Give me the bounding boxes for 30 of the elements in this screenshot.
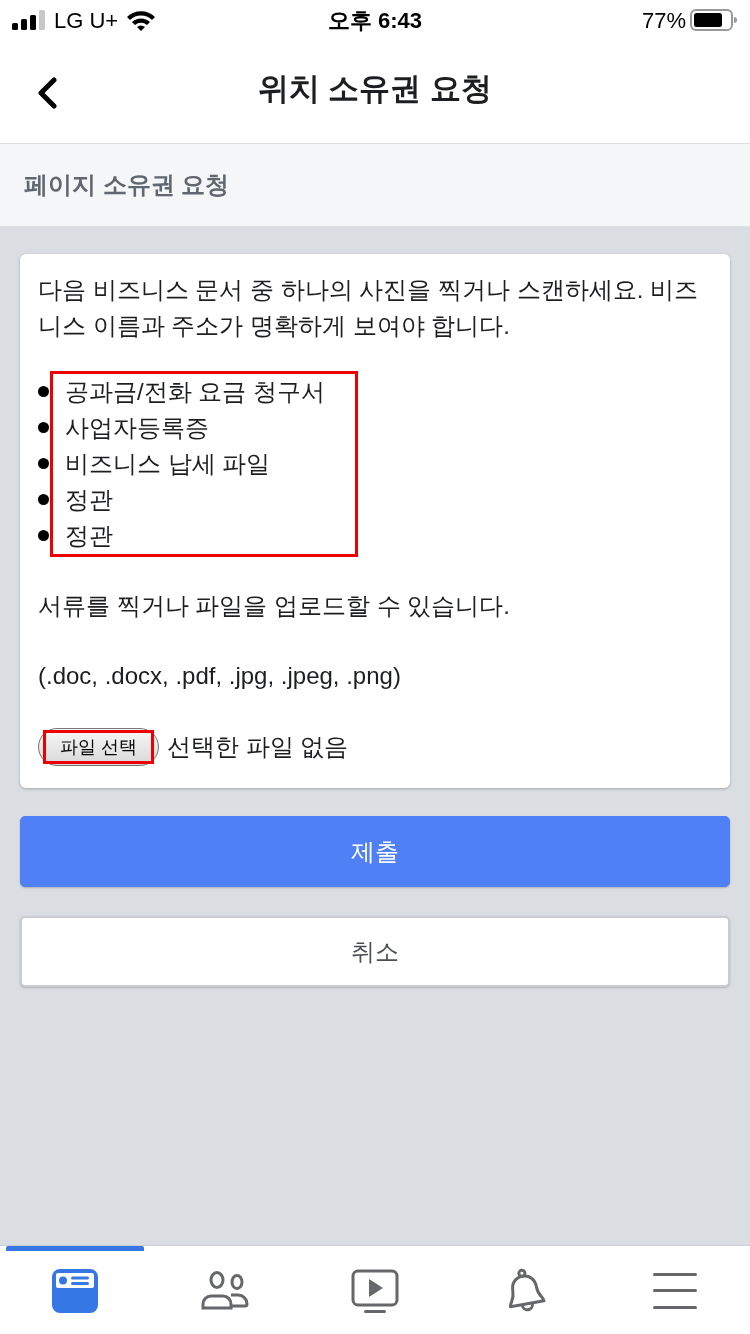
signal-icon (12, 10, 46, 30)
document-type-item: 공과금/전화 요금 청구서 (65, 377, 325, 407)
menu-icon (653, 1272, 697, 1309)
choose-file-button[interactable]: 파일 선택 (38, 728, 159, 766)
document-type-item: 비즈니스 납세 파일 (65, 449, 272, 479)
back-chevron-icon (36, 77, 58, 109)
bullet-icon (38, 421, 49, 433)
carrier-name: LG U+ (54, 6, 119, 35)
page-title: 위치 소유권 요청 (257, 70, 493, 109)
bullet-icon (38, 385, 49, 397)
bullet-icon (38, 493, 49, 505)
file-formats: (.doc, .docx, .pdf, .jpg, .jpeg, .png) (38, 661, 402, 691)
battery-percent: 77% (641, 6, 686, 35)
play-screen-icon (351, 1268, 399, 1313)
feed-card-icon (52, 1268, 98, 1313)
status-time: 오후 6:43 (327, 6, 423, 35)
wifi-icon (126, 9, 157, 31)
submit-button[interactable]: 제출 (20, 816, 730, 887)
bullet-icon (38, 457, 49, 469)
section-title: 페이지 소유권 요청 (24, 170, 230, 200)
file-status-text: 선택한 파일 없음 (167, 732, 349, 762)
battery-icon (690, 9, 738, 31)
document-type-item: 사업자등록증 (65, 413, 210, 443)
document-type-item: 정관 (65, 485, 114, 515)
instructions-text: 다음 비즈니스 문서 중 하나의 사진을 찍거나 스캔하세요. 비즈니스 이름과 주소가 명확하게 보여야 합니다. (38, 275, 699, 341)
document-type-item: 정관 (65, 521, 114, 551)
bullet-icon (38, 529, 49, 541)
cancel-button[interactable]: 취소 (20, 916, 730, 987)
people-icon (200, 1270, 250, 1311)
upload-note: 서류를 찍거나 파일을 업로드할 수 있습니다. (38, 591, 511, 621)
